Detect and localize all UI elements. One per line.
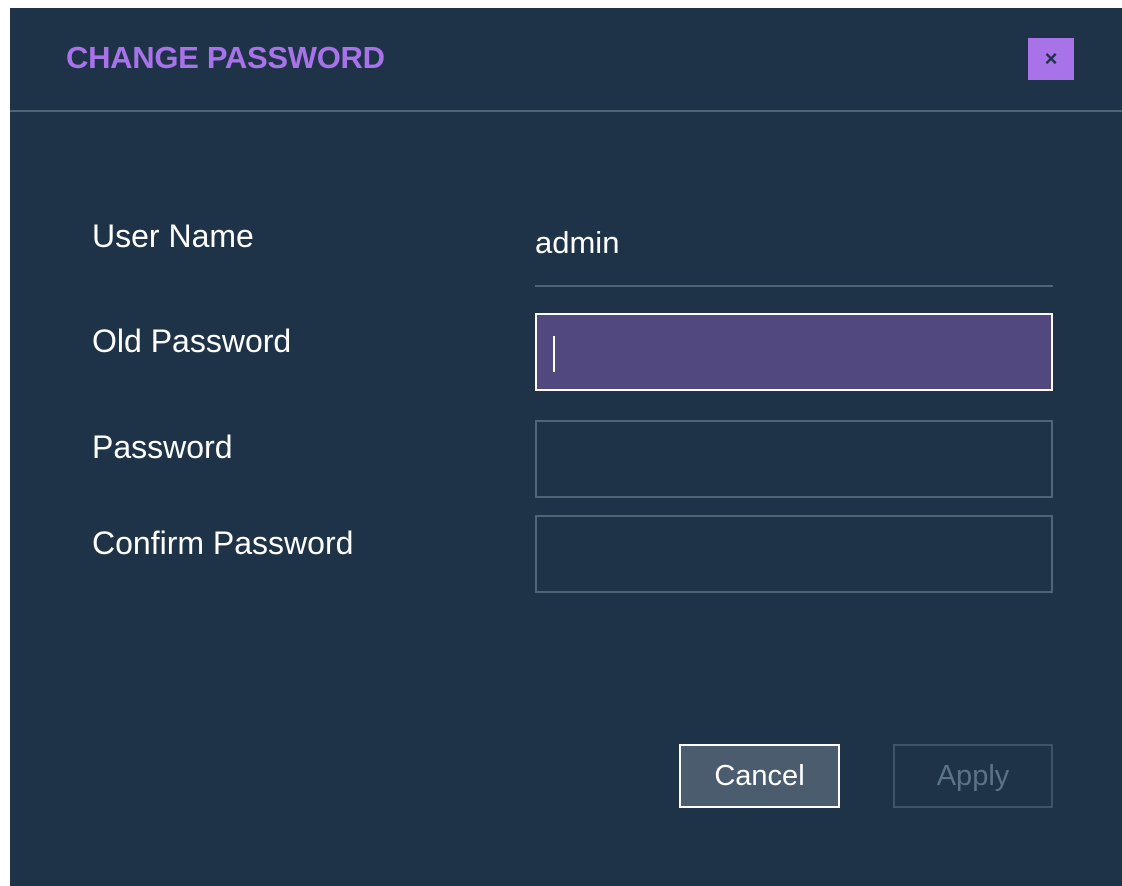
apply-button[interactable]: Apply <box>893 744 1053 808</box>
text-caret <box>553 336 555 372</box>
confirm-password-input[interactable] <box>535 515 1053 593</box>
dialog-header: CHANGE PASSWORD × <box>10 8 1122 112</box>
confirm-password-label: Confirm Password <box>92 525 354 561</box>
password-label: Password <box>92 429 233 465</box>
change-password-dialog: CHANGE PASSWORD × User Name admin Old Pa… <box>10 8 1122 886</box>
user-name-label: User Name <box>92 218 254 254</box>
user-name-value: admin <box>535 225 620 260</box>
password-input[interactable] <box>535 420 1053 498</box>
old-password-input[interactable] <box>535 313 1053 391</box>
close-button[interactable]: × <box>1028 38 1074 80</box>
old-password-label: Old Password <box>92 323 292 359</box>
cancel-button[interactable]: Cancel <box>679 744 840 808</box>
user-name-divider <box>535 285 1053 287</box>
close-icon: × <box>1044 46 1058 71</box>
dialog-title: CHANGE PASSWORD <box>66 40 385 75</box>
